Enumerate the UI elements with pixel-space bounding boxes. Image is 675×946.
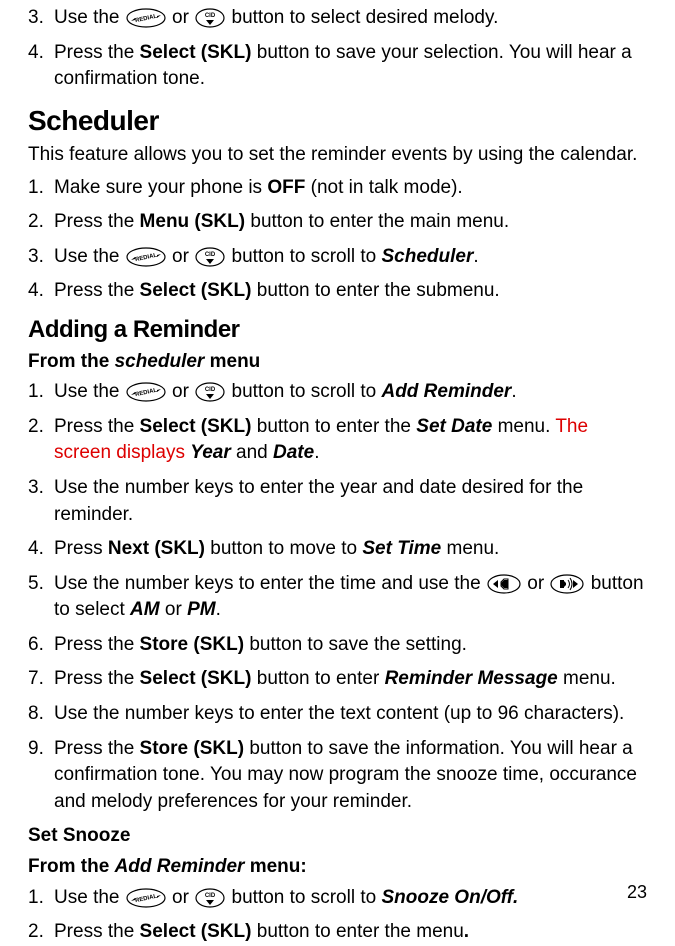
cid-icon <box>195 8 225 28</box>
page-number: 23 <box>627 880 647 905</box>
adding-step-5: 5. Use the number keys to enter the time… <box>28 571 647 624</box>
adding-reminder-sub: From the scheduler menu <box>28 349 647 376</box>
scheduler-step-1: 1. Make sure your phone is OFF (not in t… <box>28 175 647 202</box>
redial-icon <box>126 247 166 267</box>
melody-step-4: 4. Press the Select (SKL) button to save… <box>28 40 647 93</box>
snooze-steps: 1. Use the or button to scroll to Snooze… <box>28 885 647 946</box>
speaker-left-icon <box>487 574 521 594</box>
adding-step-4: 4. Press Next (SKL) button to move to Se… <box>28 536 647 563</box>
adding-step-8: 8. Use the number keys to enter the text… <box>28 701 647 728</box>
set-snooze-sub: From the Add Reminder menu: <box>28 854 647 881</box>
adding-step-6: 6. Press the Store (SKL) button to save … <box>28 632 647 659</box>
scheduler-step-2: 2. Press the Menu (SKL) button to enter … <box>28 209 647 236</box>
adding-step-1: 1. Use the or button to scroll to Add Re… <box>28 379 647 406</box>
adding-reminder-steps: 1. Use the or button to scroll to Add Re… <box>28 379 647 815</box>
speaker-right-icon <box>550 574 584 594</box>
cid-icon <box>195 382 225 402</box>
melody-step-3: 3. Use the or button to select desired m… <box>28 5 647 32</box>
redial-icon <box>126 8 166 28</box>
scheduler-heading: Scheduler <box>28 101 647 140</box>
snooze-step-1: 1. Use the or button to scroll to Snooze… <box>28 885 647 912</box>
adding-reminder-heading: Adding a Reminder <box>28 313 647 347</box>
snooze-step-2: 2. Press the Select (SKL) button to ente… <box>28 919 647 946</box>
adding-step-9: 9. Press the Store (SKL) button to save … <box>28 736 647 816</box>
melody-steps: 3. Use the or button to select desired m… <box>28 5 647 93</box>
adding-step-3: 3. Use the number keys to enter the year… <box>28 475 647 528</box>
scheduler-step-4: 4. Press the Select (SKL) button to ente… <box>28 278 647 305</box>
redial-icon <box>126 382 166 402</box>
redial-icon <box>126 888 166 908</box>
scheduler-step-3: 3. Use the or button to scroll to Schedu… <box>28 244 647 271</box>
scheduler-steps: 1. Make sure your phone is OFF (not in t… <box>28 175 647 305</box>
cid-icon <box>195 888 225 908</box>
scheduler-intro: This feature allows you to set the remin… <box>28 142 647 169</box>
adding-step-2: 2. Press the Select (SKL) button to ente… <box>28 414 647 467</box>
set-snooze-heading: Set Snooze <box>28 823 647 850</box>
cid-icon <box>195 247 225 267</box>
adding-step-7: 7. Press the Select (SKL) button to ente… <box>28 666 647 693</box>
